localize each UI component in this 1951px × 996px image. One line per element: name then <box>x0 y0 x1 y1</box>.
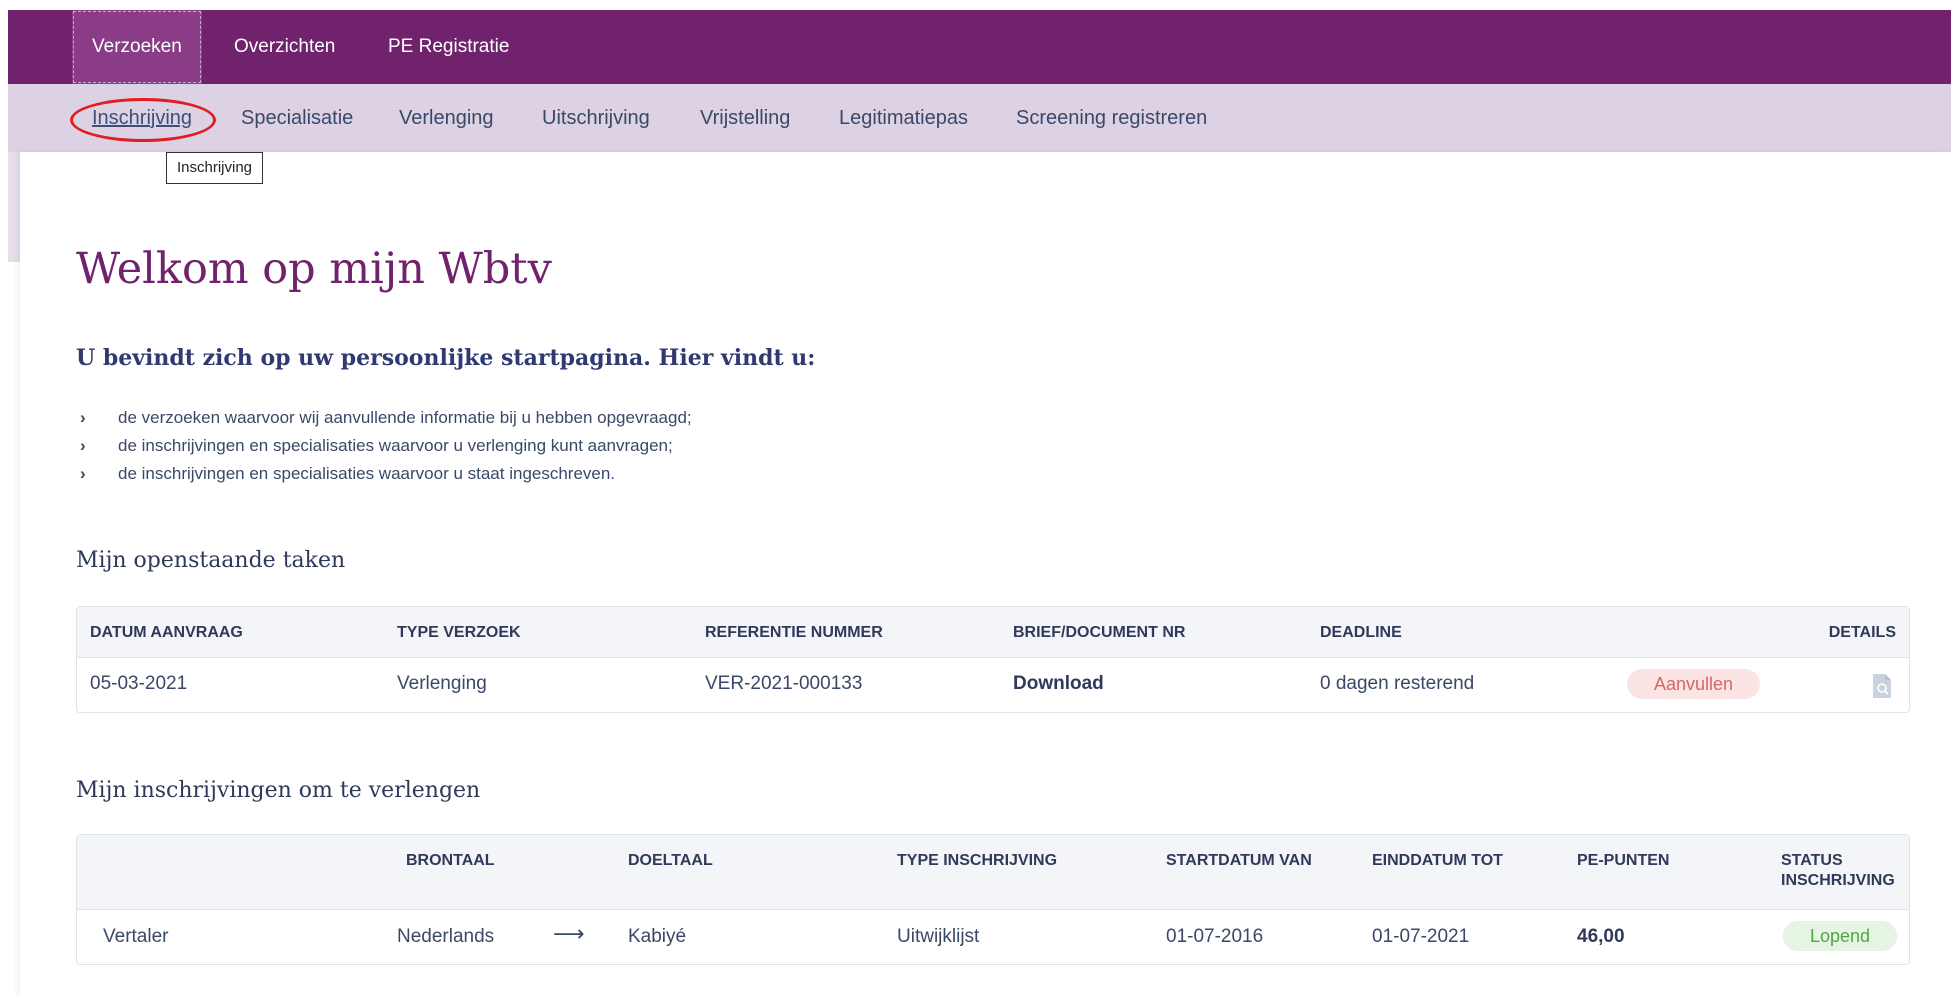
cell-doeltaal: Kabiyé <box>628 926 687 947</box>
cell-brontaal: Nederlands <box>397 926 495 947</box>
list-item: › de verzoeken waarvoor wij aanvullende i… <box>80 404 692 432</box>
registrations-title: Mijn inschrijvingen om te verlengen <box>76 778 481 803</box>
status-badge-lopend: Lopend <box>1783 921 1897 951</box>
cell-rol: Vertaler <box>103 926 169 947</box>
column-header: TYPE INSCHRIJVING <box>897 852 1058 869</box>
subnav-item-legitimatiepas[interactable]: Legitimatiepas <box>839 84 968 152</box>
subnav-item-inschrijving[interactable]: Inschrijving <box>92 84 192 152</box>
intro-list: › de verzoeken waarvoor wij aanvullende i… <box>80 404 692 488</box>
subnav-item-uitschrijving[interactable]: Uitschrijving <box>542 84 650 152</box>
subnav-item-verlenging[interactable]: Verlenging <box>399 84 494 152</box>
tab-overzichten[interactable]: Overzichten <box>214 10 355 84</box>
column-header: EINDDATUM TOT <box>1372 852 1503 869</box>
table-header: BRONTAAL DOELTAAL TYPE INSCHRIJVING STAR… <box>77 835 1909 910</box>
column-header: BRONTAAL <box>406 852 495 869</box>
status-badge-aanvullen[interactable]: Aanvullen <box>1627 669 1760 699</box>
cell-type: Verlenging <box>397 673 487 694</box>
column-header: REFERENTIE NUMMER <box>705 624 883 641</box>
column-header: STARTDATUM VAN <box>1166 852 1312 869</box>
column-header: DOELTAAL <box>628 852 713 869</box>
column-header: DEADLINE <box>1320 624 1402 641</box>
page-title: Welkom op mijn Wbtv <box>76 244 552 294</box>
cell-start: 01-07-2016 <box>1166 926 1264 947</box>
chevron-right-icon: › <box>80 464 86 483</box>
tasks-title: Mijn openstaande taken <box>76 548 346 573</box>
subnav-item-specialisatie[interactable]: Specialisatie <box>241 84 353 152</box>
column-header: TYPE VERZOEK <box>397 624 521 641</box>
column-header: PE-PUNTEN <box>1577 852 1670 869</box>
column-header: DATUM AANVRAAG <box>90 624 243 641</box>
cell-pe-punten: 46,00 <box>1577 926 1625 947</box>
intro-heading: U bevindt zich op uw persoonlijke startp… <box>76 345 816 371</box>
column-header: DETAILS <box>1828 624 1896 641</box>
list-item: › de inschrijvingen en specialisaties waa… <box>80 432 692 460</box>
chevron-right-icon: › <box>80 408 86 427</box>
list-item: › de inschrijvingen en specialisaties waa… <box>80 460 692 488</box>
cell-type: Uitwijklijst <box>897 926 980 947</box>
document-search-icon[interactable] <box>1871 673 1893 699</box>
column-header: BRIEF/DOCUMENT NR <box>1013 624 1186 641</box>
tab-pe-registratie[interactable]: PE Registratie <box>368 10 529 84</box>
column-header: STATUS INSCHRIJVING <box>1781 852 1895 889</box>
tab-verzoeken[interactable]: Verzoeken <box>72 10 202 84</box>
arrow-right-icon: ⟶ <box>553 921 585 946</box>
chevron-right-icon: › <box>80 436 86 455</box>
cell-deadline: 0 dagen resterend <box>1320 673 1475 694</box>
subnav-item-screening-registreren[interactable]: Screening registreren <box>1016 84 1207 152</box>
subnav-item-vrijstelling[interactable]: Vrijstelling <box>700 84 790 152</box>
table-header: DATUM AANVRAAG TYPE VERZOEK REFERENTIE N… <box>77 607 1909 658</box>
sub-navigation: Inschrijving Specialisatie Verlenging Ui… <box>8 84 1951 152</box>
download-link[interactable]: Download <box>1013 673 1104 695</box>
sidebar-shade <box>8 152 20 262</box>
tasks-table: DATUM AANVRAAG TYPE VERZOEK REFERENTIE N… <box>76 606 1910 713</box>
cell-datum: 05-03-2021 <box>90 673 188 694</box>
registrations-table: BRONTAAL DOELTAAL TYPE INSCHRIJVING STAR… <box>76 834 1910 965</box>
cell-eind: 01-07-2021 <box>1372 926 1470 947</box>
cell-referentie: VER-2021-000133 <box>705 673 863 694</box>
top-navigation: Verzoeken Overzichten PE Registratie <box>8 10 1951 84</box>
tooltip: Inschrijving <box>166 152 264 184</box>
